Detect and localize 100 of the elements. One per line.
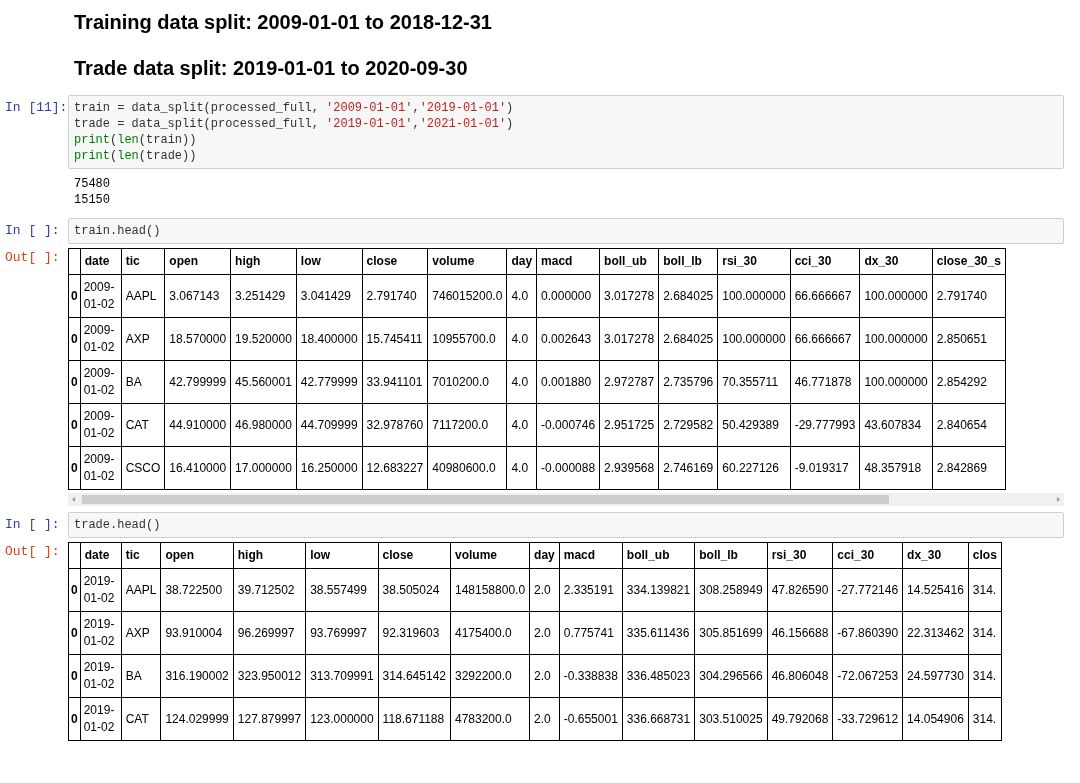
- table-cell: 2009-01-02: [80, 317, 122, 361]
- table-cell: 45.560001: [230, 360, 297, 404]
- table-cell: 3.067143: [164, 274, 231, 318]
- table-cell: 48.357918: [859, 446, 933, 490]
- table-cell: 3.017278: [599, 317, 659, 361]
- table-cell: 2009-01-02: [80, 403, 122, 447]
- table-cell: 46.980000: [230, 403, 297, 447]
- table-cell: 38.505024: [378, 568, 451, 612]
- table-cell: 3.017278: [599, 274, 659, 318]
- column-header: volume: [427, 248, 507, 275]
- table-cell: 60.227126: [717, 446, 791, 490]
- table-cell: 2.0: [529, 611, 560, 655]
- table-cell: 70.355711: [717, 360, 791, 404]
- output-text: 15150: [74, 192, 110, 208]
- table-cell: 2.972787: [599, 360, 659, 404]
- table-cell: 100.000000: [859, 317, 933, 361]
- table-cell: -67.860390: [832, 611, 903, 655]
- column-header: low: [305, 542, 379, 569]
- row-index: 0: [68, 446, 81, 490]
- column-header: tic: [121, 542, 161, 569]
- table-cell: 93.910004: [160, 611, 234, 655]
- table-cell: -29.777993: [790, 403, 860, 447]
- table-cell: 2019-01-02: [80, 611, 122, 655]
- table-cell: 2.729582: [658, 403, 718, 447]
- row-index: 0: [68, 611, 81, 655]
- table-cell: 17.000000: [230, 446, 297, 490]
- scrollbar-thumb[interactable]: [82, 495, 889, 504]
- table-cell: 44.910000: [164, 403, 231, 447]
- table-cell: 2.842869: [932, 446, 1006, 490]
- input-prompt: In [ ]:: [4, 222, 61, 238]
- table-cell: 334.139821: [622, 568, 695, 612]
- table-cell: 46.771878: [790, 360, 860, 404]
- table-cell: 2009-01-02: [80, 446, 122, 490]
- table-cell: 92.319603: [378, 611, 451, 655]
- column-header: date: [80, 542, 122, 569]
- column-header: close_30_s: [932, 248, 1006, 275]
- table-cell: 40980600.0: [427, 446, 507, 490]
- column-header: rsi_30: [717, 248, 791, 275]
- table-cell: 2019-01-02: [80, 654, 122, 698]
- table-cell: 38.722500: [160, 568, 234, 612]
- row-index: 0: [68, 403, 81, 447]
- code-editor[interactable]: train.head(): [68, 218, 1064, 244]
- table-cell: AAPL: [121, 274, 165, 318]
- table-cell: 127.879997: [233, 697, 306, 741]
- table-cell: 314.: [968, 654, 1002, 698]
- table-cell: 4.0: [506, 403, 537, 447]
- table-cell: 22.313462: [902, 611, 969, 655]
- column-header: cci_30: [832, 542, 903, 569]
- table-cell: CAT: [121, 697, 161, 741]
- output-prompt: Out[ ]:: [4, 543, 61, 559]
- column-header: macd: [559, 542, 623, 569]
- table-cell: 16.250000: [296, 446, 363, 490]
- table-cell: 38.557499: [305, 568, 379, 612]
- column-header: day: [506, 248, 537, 275]
- table-cell: 313.709991: [305, 654, 379, 698]
- code-editor[interactable]: trade.head(): [68, 512, 1064, 538]
- table-cell: 2009-01-02: [80, 360, 122, 404]
- column-header: high: [233, 542, 306, 569]
- table-cell: 42.799999: [164, 360, 231, 404]
- table-cell: 100.000000: [717, 274, 791, 318]
- table-cell: 2009-01-02: [80, 274, 122, 318]
- column-header: low: [296, 248, 363, 275]
- table-cell: 148158800.0: [450, 568, 530, 612]
- table-cell: -27.772146: [832, 568, 903, 612]
- table-cell: 2.840654: [932, 403, 1006, 447]
- table-cell: 314.: [968, 568, 1002, 612]
- table-cell: 15.745411: [362, 317, 428, 361]
- input-prompt: In [ ]:: [4, 516, 61, 532]
- table-cell: 66.666667: [790, 274, 860, 318]
- table-cell: -0.000746: [536, 403, 600, 447]
- table-cell: 12.683227: [362, 446, 428, 490]
- column-header: boll_lb: [658, 248, 718, 275]
- table-cell: 18.400000: [296, 317, 363, 361]
- column-header: cci_30: [790, 248, 860, 275]
- column-header: dx_30: [902, 542, 969, 569]
- table-cell: 314.: [968, 697, 1002, 741]
- table-cell: -72.067253: [832, 654, 903, 698]
- table-cell: 2.684025: [658, 274, 718, 318]
- table-cell: 314.: [968, 611, 1002, 655]
- column-header: dx_30: [859, 248, 933, 275]
- table-cell: AXP: [121, 317, 165, 361]
- table-cell: 19.520000: [230, 317, 297, 361]
- table-cell: 4.0: [506, 274, 537, 318]
- table-cell: 123.000000: [305, 697, 379, 741]
- column-header: boll_ub: [599, 248, 659, 275]
- output-prompt: Out[ ]:: [4, 249, 61, 265]
- column-header: open: [160, 542, 234, 569]
- table-cell: 49.792068: [767, 697, 833, 741]
- code-editor[interactable]: train = data_split(processed_full, '2009-01-01','2019-01-01') trade = data_split(processed_full, '2019-01-01','2021-01-01') print(len(train)) print(len(trade)): [68, 95, 1064, 169]
- table-cell: 50.429389: [717, 403, 791, 447]
- table-cell: 336.668731: [622, 697, 695, 741]
- table-cell: CSCO: [121, 446, 165, 490]
- table-cell: 4.0: [506, 360, 537, 404]
- table-cell: 3292200.0: [450, 654, 530, 698]
- row-index: 0: [68, 360, 81, 404]
- table-cell: -0.000088: [536, 446, 600, 490]
- horizontal-scrollbar[interactable]: [68, 493, 1064, 506]
- table-cell: 2.791740: [362, 274, 428, 318]
- table-cell: 100.000000: [859, 360, 933, 404]
- table-cell: 66.666667: [790, 317, 860, 361]
